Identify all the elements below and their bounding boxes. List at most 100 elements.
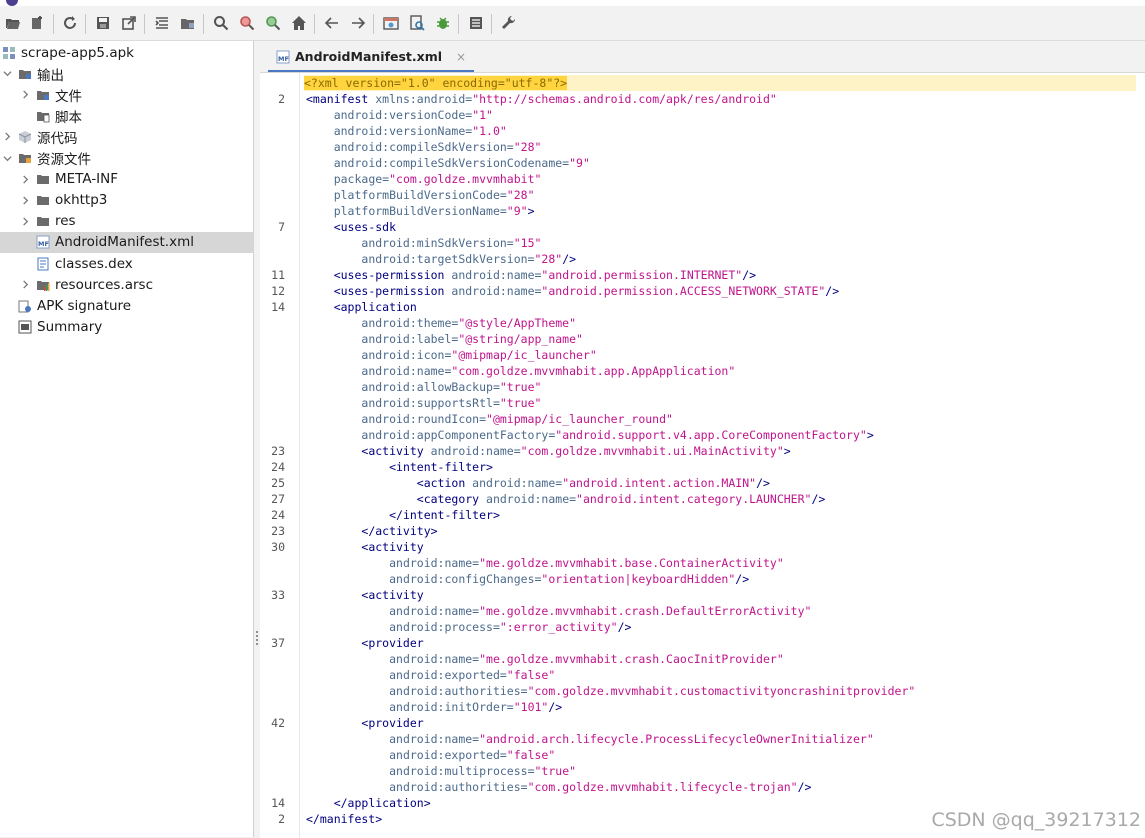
code-line[interactable]: android:roundIcon="@mipmap/ic_launcher_r… xyxy=(306,411,673,427)
tree-item[interactable]: 脚本 xyxy=(0,105,273,126)
chevron-right-icon[interactable] xyxy=(2,132,12,142)
code-line[interactable]: android:name="me.goldze.mvvmhabit.crash.… xyxy=(306,603,811,619)
tree-item[interactable]: okhttp3 xyxy=(0,190,273,211)
code-token: "9" xyxy=(506,204,528,218)
code-line[interactable]: android:initOrder="101"/> xyxy=(306,699,562,715)
code-line[interactable]: android:authorities="com.goldze.mvvmhabi… xyxy=(306,683,915,699)
code-line[interactable]: <intent-filter> xyxy=(306,459,493,475)
tree-item[interactable]: 文件 xyxy=(0,84,273,105)
summary-list-icon[interactable] xyxy=(466,13,486,33)
code-line[interactable]: <?xml version="1.0" encoding="utf-8"?> xyxy=(304,75,1136,91)
code-line[interactable]: android:versionName="1.0" xyxy=(306,123,507,139)
tree-item[interactable]: Summary xyxy=(0,316,255,337)
code-line[interactable]: android:name="me.goldze.mvvmhabit.base.C… xyxy=(306,555,784,571)
chevron-right-icon[interactable] xyxy=(20,280,30,290)
code-line[interactable]: android:process=":error_activity"/> xyxy=(306,619,631,635)
splitter-grip[interactable] xyxy=(256,631,258,645)
log-viewer-icon[interactable] xyxy=(407,13,427,33)
code-line[interactable]: android:allowBackup="true" xyxy=(306,379,541,395)
refresh-icon[interactable] xyxy=(60,13,80,33)
code-line[interactable]: android:minSdkVersion="15" xyxy=(306,235,541,251)
code-line[interactable]: </application> xyxy=(306,795,431,811)
tree-item[interactable]: classes.dex xyxy=(0,253,273,274)
tree-item[interactable]: 输出 xyxy=(0,63,255,84)
code-line[interactable]: <uses-permission android:name="android.p… xyxy=(306,283,839,299)
back-arrow-icon[interactable] xyxy=(322,13,342,33)
home-icon[interactable] xyxy=(289,13,309,33)
code-line[interactable]: <action android:name="android.intent.act… xyxy=(306,475,770,491)
forward-arrow-icon[interactable] xyxy=(348,13,368,33)
deobfuscation-icon[interactable] xyxy=(381,13,401,33)
tree-item[interactable]: scrape-app5.apk xyxy=(0,42,255,63)
code-line[interactable]: android:name="me.goldze.mvvmhabit.crash.… xyxy=(306,651,784,667)
code-line[interactable]: <activity xyxy=(306,587,423,603)
chevron-right-icon[interactable] xyxy=(20,195,30,205)
tab-android-manifest[interactable]: MF AndroidManifest.xml × xyxy=(268,41,475,72)
sync-tree-icon[interactable] xyxy=(178,13,198,33)
code-line[interactable]: <uses-sdk xyxy=(306,219,396,235)
code-line[interactable]: android:compileSdkVersionCodename="9" xyxy=(306,155,590,171)
code-line[interactable]: android:exported="false" xyxy=(306,667,555,683)
chevron-down-icon[interactable] xyxy=(2,69,12,79)
code-line[interactable]: android:supportsRtl="true" xyxy=(306,395,541,411)
tree-item[interactable]: 源代码 xyxy=(0,126,255,147)
chevron-right-icon[interactable] xyxy=(20,90,30,100)
code-line[interactable]: </manifest> xyxy=(306,811,382,827)
code-line[interactable]: <uses-permission android:name="android.p… xyxy=(306,267,756,283)
search-class-icon[interactable] xyxy=(237,13,257,33)
save-icon[interactable] xyxy=(93,13,113,33)
code-token: android:exported= xyxy=(389,748,507,762)
code-area[interactable]: <?xml version="1.0" encoding="utf-8"?> <m… xyxy=(304,73,1145,838)
search-comment-icon[interactable] xyxy=(263,13,283,33)
code-line[interactable]: android:theme="@style/AppTheme" xyxy=(306,315,576,331)
code-line[interactable]: android:compileSdkVersion="28" xyxy=(306,139,542,155)
wrench-settings-icon[interactable] xyxy=(499,13,519,33)
code-line[interactable]: <application xyxy=(306,299,417,315)
open-folder-icon[interactable] xyxy=(3,13,23,33)
tab-close-icon[interactable]: × xyxy=(456,50,466,64)
tree-item[interactable]: MF AndroidManifest.xml xyxy=(0,231,273,253)
code-line[interactable]: </activity> xyxy=(306,523,437,539)
code-line[interactable]: android:targetSdkVersion="28"/> xyxy=(306,251,576,267)
tree-item[interactable]: resources.arsc xyxy=(0,274,273,295)
tree-item[interactable]: META-INF xyxy=(0,169,273,190)
code-line[interactable]: android:exported="false" xyxy=(306,747,555,763)
search-icon[interactable] xyxy=(211,13,231,33)
tree-item[interactable]: APK signature xyxy=(0,295,255,316)
code-line[interactable]: <activity android:name="com.goldze.mvvmh… xyxy=(306,443,790,459)
code-line[interactable]: android:versionCode="1" xyxy=(306,107,493,123)
code-line[interactable]: android:name="android.arch.lifecycle.Pro… xyxy=(306,731,874,747)
code-line[interactable]: <category android:name="android.intent.c… xyxy=(306,491,826,507)
code-line[interactable]: android:name="com.goldze.mvvmhabit.app.A… xyxy=(306,363,735,379)
tree-item-label: 资源文件 xyxy=(37,152,91,168)
code-line[interactable]: android:appComponentFactory="android.sup… xyxy=(306,427,873,443)
code-line[interactable]: platformBuildVersionCode="28" xyxy=(306,187,535,203)
code-editor[interactable]: 2 7 11 12 14 23 24 25 27 24 23 30 33 37 42 14 2 <?xml ve… xyxy=(260,72,1145,838)
code-line[interactable]: android:icon="@mipmap/ic_launcher" xyxy=(306,347,596,363)
code-line[interactable]: android:label="@string/app_name" xyxy=(306,331,583,347)
code-line[interactable]: <provider xyxy=(306,635,423,651)
code-line[interactable]: <activity xyxy=(306,539,423,555)
code-line[interactable]: </intent-filter> xyxy=(306,507,500,523)
code-line[interactable]: <manifest xmlns:android="http://schemas.… xyxy=(306,91,777,107)
chevron-right-icon[interactable] xyxy=(20,216,30,226)
code-line[interactable]: platformBuildVersionName="9"> xyxy=(306,203,535,219)
chevron-down-icon[interactable] xyxy=(2,153,12,163)
add-files-icon[interactable] xyxy=(28,13,48,33)
tree-item[interactable]: res xyxy=(0,211,273,232)
tree-item[interactable]: 资源文件 xyxy=(0,148,255,169)
export-icon[interactable] xyxy=(119,13,139,33)
debug-bug-icon[interactable] xyxy=(433,13,453,33)
chevron-right-icon[interactable] xyxy=(20,174,30,184)
code-line[interactable]: android:configChanges="orientation|keybo… xyxy=(306,571,749,587)
code-line[interactable]: android:multiprocess="true" xyxy=(306,763,576,779)
code-line[interactable]: android:authorities="com.goldze.mvvmhabi… xyxy=(306,779,811,795)
code-line[interactable]: package="com.goldze.mvvmhabit" xyxy=(306,171,542,187)
project-tree[interactable]: scrape-app5.apk 输出 文件 脚本 源代码资源文件 META-INF okht… xyxy=(0,41,273,837)
code-token: "me.goldze.mvvmhabit.base.ContainerActiv… xyxy=(479,556,784,570)
code-line[interactable]: <provider xyxy=(306,715,423,731)
signature-icon xyxy=(18,299,32,313)
flatten-packages-icon[interactable] xyxy=(152,13,172,33)
